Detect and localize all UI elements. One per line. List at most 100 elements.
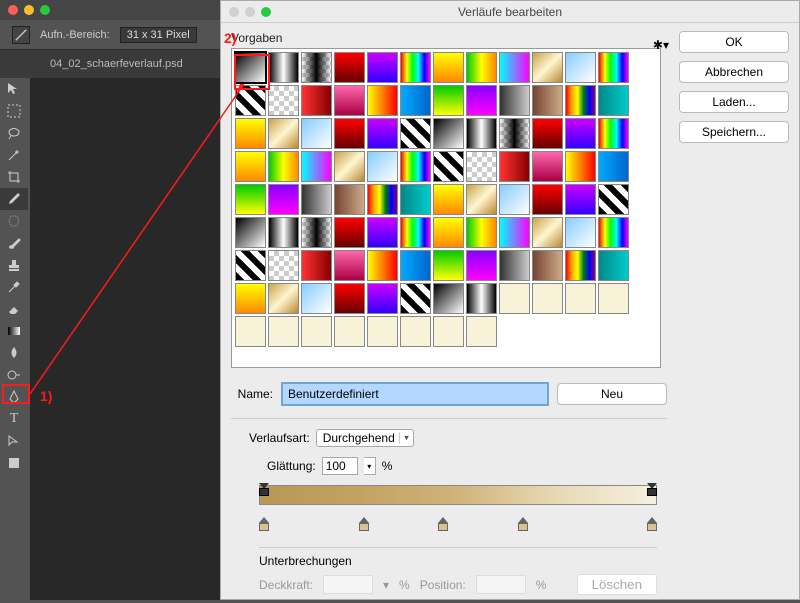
preset-swatch[interactable] [598, 52, 629, 83]
preset-swatch[interactable] [301, 52, 332, 83]
preset-swatch[interactable] [499, 85, 530, 116]
preset-swatch[interactable] [433, 118, 464, 149]
color-stop-3[interactable] [438, 523, 448, 535]
preset-swatch[interactable] [565, 250, 596, 281]
preset-swatch[interactable] [268, 151, 299, 182]
preset-swatch[interactable] [334, 85, 365, 116]
gradtype-select[interactable]: Durchgehend [316, 429, 414, 447]
preset-swatch[interactable] [466, 118, 497, 149]
preset-swatch[interactable] [466, 85, 497, 116]
preset-swatch[interactable] [532, 217, 563, 248]
preset-swatch[interactable] [235, 316, 266, 347]
gradient-bar[interactable] [259, 485, 657, 533]
preset-swatch[interactable] [334, 184, 365, 215]
brush-tool-icon[interactable] [0, 232, 28, 254]
color-stop-5[interactable] [647, 523, 657, 535]
preset-swatch[interactable] [565, 118, 596, 149]
preset-swatch[interactable] [367, 217, 398, 248]
aufn-value[interactable]: 31 x 31 Pixel [120, 27, 197, 43]
preset-swatch[interactable] [532, 52, 563, 83]
history-brush-tool-icon[interactable] [0, 276, 28, 298]
preset-swatch[interactable] [598, 217, 629, 248]
smooth-input[interactable] [322, 457, 358, 475]
preset-swatch[interactable] [532, 151, 563, 182]
preset-swatch[interactable] [565, 85, 596, 116]
preset-swatch[interactable] [268, 217, 299, 248]
preset-swatch[interactable] [367, 52, 398, 83]
preset-swatch[interactable] [235, 283, 266, 314]
preset-swatch[interactable] [301, 283, 332, 314]
preset-swatch[interactable] [367, 151, 398, 182]
preset-swatch[interactable] [532, 85, 563, 116]
preset-swatch[interactable] [532, 118, 563, 149]
gear-icon[interactable]: ✱▾ [653, 38, 669, 52]
preset-swatch[interactable] [466, 184, 497, 215]
preset-swatch[interactable] [367, 250, 398, 281]
color-stop-1[interactable] [259, 523, 269, 535]
preset-swatch[interactable] [466, 316, 497, 347]
gradient-preview[interactable] [259, 485, 657, 505]
preset-swatch[interactable] [466, 151, 497, 182]
preset-swatch[interactable] [400, 217, 431, 248]
preset-swatch[interactable] [400, 283, 431, 314]
preset-swatch[interactable] [400, 52, 431, 83]
preset-swatch[interactable] [367, 118, 398, 149]
preset-swatch[interactable] [268, 85, 299, 116]
path-select-tool-icon[interactable] [0, 430, 28, 452]
stamp-tool-icon[interactable] [0, 254, 28, 276]
preset-swatch[interactable] [499, 250, 530, 281]
marquee-tool-icon[interactable] [0, 100, 28, 122]
preset-swatch[interactable] [433, 283, 464, 314]
preset-swatch[interactable] [433, 85, 464, 116]
move-tool-icon[interactable] [0, 78, 28, 100]
preset-swatch[interactable] [334, 250, 365, 281]
save-button[interactable]: Speichern... [679, 121, 789, 143]
name-input[interactable] [281, 382, 549, 406]
preset-swatch[interactable] [268, 184, 299, 215]
blur-tool-icon[interactable] [0, 342, 28, 364]
preset-swatch[interactable] [433, 250, 464, 281]
preset-swatch[interactable] [334, 217, 365, 248]
color-stop-2[interactable] [359, 523, 369, 535]
load-button[interactable]: Laden... [679, 91, 789, 113]
preset-swatch[interactable] [301, 118, 332, 149]
minimize-traffic-icon[interactable] [24, 5, 34, 15]
preset-swatch[interactable] [334, 151, 365, 182]
heal-tool-icon[interactable] [0, 210, 28, 232]
preset-swatch[interactable] [400, 250, 431, 281]
eyedropper-tool-icon[interactable] [0, 188, 28, 210]
preset-swatch[interactable] [433, 151, 464, 182]
preset-swatch[interactable] [598, 250, 629, 281]
preset-swatch[interactable] [400, 85, 431, 116]
preset-swatch[interactable] [367, 85, 398, 116]
preset-swatch[interactable] [433, 316, 464, 347]
zoom-traffic-icon[interactable] [40, 5, 50, 15]
preset-swatch[interactable] [499, 217, 530, 248]
preset-swatch[interactable] [565, 283, 596, 314]
crop-tool-icon[interactable] [0, 166, 28, 188]
preset-swatch[interactable] [433, 52, 464, 83]
preset-swatch[interactable] [367, 283, 398, 314]
pen-tool-icon[interactable] [0, 386, 28, 408]
preset-swatch[interactable] [334, 118, 365, 149]
shape-tool-icon[interactable] [0, 452, 28, 474]
preset-swatch[interactable] [235, 151, 266, 182]
preset-swatch[interactable] [466, 250, 497, 281]
preset-swatch[interactable] [334, 283, 365, 314]
preset-swatch[interactable] [301, 217, 332, 248]
preset-swatch[interactable] [268, 250, 299, 281]
preset-swatch[interactable] [235, 85, 266, 116]
preset-swatch[interactable] [532, 250, 563, 281]
preset-swatch[interactable] [499, 52, 530, 83]
preset-swatch[interactable] [400, 316, 431, 347]
preset-swatch[interactable] [235, 52, 266, 83]
preset-grid[interactable] [231, 48, 661, 368]
preset-swatch[interactable] [598, 118, 629, 149]
preset-swatch[interactable] [565, 184, 596, 215]
preset-swatch[interactable] [598, 283, 629, 314]
preset-swatch[interactable] [268, 283, 299, 314]
preset-swatch[interactable] [301, 151, 332, 182]
preset-swatch[interactable] [400, 118, 431, 149]
cancel-button[interactable]: Abbrechen [679, 61, 789, 83]
eraser-tool-icon[interactable] [0, 298, 28, 320]
